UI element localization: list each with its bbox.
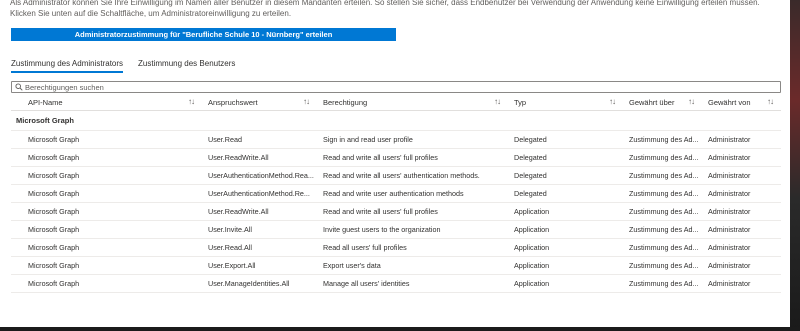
tab-admin-consent[interactable]: Zustimmung des Administrators [11,57,124,73]
column-header-type[interactable]: Typ [514,98,526,107]
search-icon [13,82,25,92]
sort-icon[interactable]: ↑↓ [303,97,310,106]
search-box[interactable]: Berechtigungen suchen [11,81,781,93]
cell-claim-value: User.ManageIdentities.All [208,279,290,288]
cell-permission: Read and write all users' full profiles [323,207,438,216]
cell-permission: Invite guest users to the organization [323,225,441,234]
cell-granted-via: Zustimmung des Ad... [629,153,699,162]
consent-tabs: Zustimmung des Administrators Zustimmung… [11,57,235,73]
intro-text: Als Administrator können Sie Ihre Einwil… [10,0,760,18]
cell-claim-value: User.Read.All [208,243,252,252]
cell-granted-by: Administrator [708,153,751,162]
cell-granted-via: Zustimmung des Ad... [629,279,699,288]
cell-type: Application [514,225,550,234]
table-row[interactable]: Microsoft Graph User.Export.All Export use… [11,257,781,275]
cell-api-name: Microsoft Graph [28,261,80,270]
group-header: Microsoft Graph [16,116,74,125]
cell-api-name: Microsoft Graph [28,189,80,198]
table-row[interactable]: Microsoft Graph User.Read.All Read all use… [11,239,781,257]
cell-type: Delegated [514,135,547,144]
sort-icon[interactable]: ↑↓ [688,97,695,106]
cell-api-name: Microsoft Graph [28,279,80,288]
cell-api-name: Microsoft Graph [28,243,80,252]
sort-icon[interactable]: ↑↓ [767,97,774,106]
cell-granted-via: Zustimmung des Ad... [629,189,699,198]
cell-granted-via: Zustimmung des Ad... [629,171,699,180]
cell-claim-value: UserAuthenticationMethod.Rea... [208,171,314,180]
cell-permission: Read and write user authentication metho… [323,189,464,198]
grant-admin-consent-button[interactable]: Administratorzustimmung für "Berufliche … [11,28,396,41]
cell-permission: Manage all users' identities [323,279,410,288]
cell-type: Delegated [514,153,547,162]
column-header-granted-by[interactable]: Gewährt von [708,98,751,107]
cell-granted-by: Administrator [708,225,751,234]
sort-icon[interactable]: ↑↓ [609,97,616,106]
tab-user-consent[interactable]: Zustimmung des Benutzers [138,57,235,73]
search-input[interactable]: Berechtigungen suchen [25,83,104,92]
cell-granted-by: Administrator [708,171,751,180]
cell-type: Delegated [514,171,547,180]
permissions-table: Microsoft Graph User.Read Sign in and read… [11,130,781,293]
cell-type: Application [514,279,550,288]
cell-claim-value: User.ReadWrite.All [208,207,269,216]
cell-api-name: Microsoft Graph [28,207,80,216]
cell-permission: Sign in and read user profile [323,135,413,144]
cell-permission: Read and write all users' full profiles [323,153,438,162]
cell-granted-via: Zustimmung des Ad... [629,135,699,144]
permissions-panel: Als Administrator können Sie Ihre Einwil… [0,0,790,327]
table-row[interactable]: Microsoft Graph User.ReadWrite.All Read an… [11,149,781,167]
cell-granted-by: Administrator [708,261,751,270]
cell-api-name: Microsoft Graph [28,171,80,180]
cell-claim-value: User.Export.All [208,261,256,270]
cell-granted-via: Zustimmung des Ad... [629,225,699,234]
cell-type: Application [514,261,550,270]
taskbar-edge [0,327,800,331]
table-row[interactable]: Microsoft Graph UserAuthenticationMethod.… [11,185,781,203]
column-header-api-name[interactable]: API-Name [28,98,63,107]
table-row[interactable]: Microsoft Graph User.ManageIdentities.All… [11,275,781,293]
cell-api-name: Microsoft Graph [28,153,80,162]
cell-granted-via: Zustimmung des Ad... [629,261,699,270]
cell-claim-value: User.Invite.All [208,225,252,234]
table-row[interactable]: Microsoft Graph User.ReadWrite.All Read an… [11,203,781,221]
column-header-claim-value[interactable]: Anspruchswert [208,98,258,107]
cell-type: Application [514,243,550,252]
cell-api-name: Microsoft Graph [28,225,80,234]
cell-granted-by: Administrator [708,135,751,144]
cell-granted-by: Administrator [708,243,751,252]
cell-granted-via: Zustimmung des Ad... [629,243,699,252]
cell-permission: Export user's data [323,261,381,270]
cell-api-name: Microsoft Graph [28,135,80,144]
table-row[interactable]: Microsoft Graph UserAuthenticationMethod.… [11,167,781,185]
cell-type: Delegated [514,189,547,198]
table-row[interactable]: Microsoft Graph User.Invite.All Invite gue… [11,221,781,239]
column-header-granted-via[interactable]: Gewährt über [629,98,674,107]
cell-granted-by: Administrator [708,207,751,216]
column-header-permission[interactable]: Berechtigung [323,98,367,107]
cell-permission: Read all users' full profiles [323,243,407,252]
cell-granted-via: Zustimmung des Ad... [629,207,699,216]
cell-granted-by: Administrator [708,189,751,198]
cell-claim-value: User.ReadWrite.All [208,153,269,162]
table-row[interactable]: Microsoft Graph User.Read Sign in and read… [11,130,781,149]
sort-icon[interactable]: ↑↓ [188,97,195,106]
cell-permission: Read and write all users' authentication… [323,171,480,180]
table-header: API-Name ↑↓ Anspruchswert ↑↓ Berechtigun… [11,96,781,111]
cell-type: Application [514,207,550,216]
cell-claim-value: UserAuthenticationMethod.Re... [208,189,310,198]
sort-icon[interactable]: ↑↓ [494,97,501,106]
window-edge [790,0,800,331]
cell-claim-value: User.Read [208,135,242,144]
cell-granted-by: Administrator [708,279,751,288]
